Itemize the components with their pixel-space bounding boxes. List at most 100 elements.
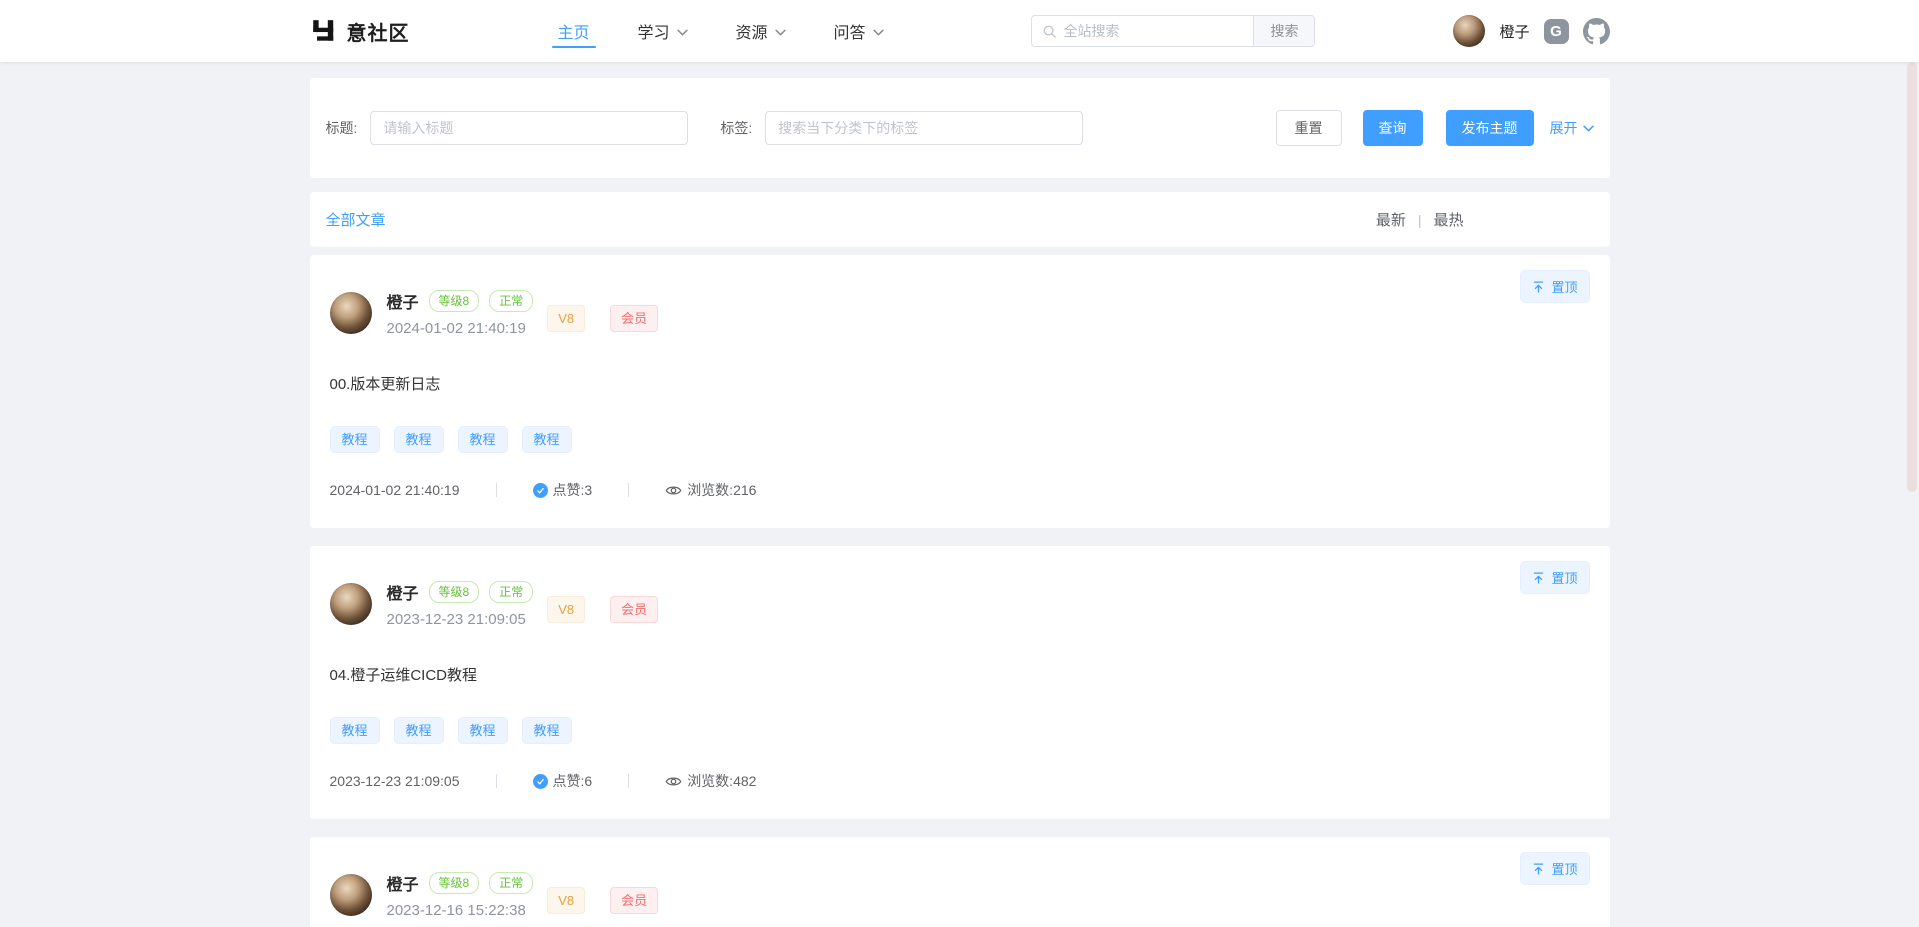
user-area: 橙子 G (1453, 15, 1609, 47)
brand-title: 意社区 (347, 17, 410, 46)
vip-badges: V8 会员 (547, 305, 658, 332)
pin-to-top-button[interactable]: 置顶 (1520, 561, 1589, 594)
post-tags: 教程 教程 教程 教程 (330, 717, 1590, 744)
eye-icon (665, 773, 682, 790)
post-header: 橙子 等级8 正常 2023-12-16 15:22:38 V8 会员 (330, 871, 1590, 919)
views-stat: 浏览数:216 (665, 480, 756, 500)
meta-date: 2024-01-02 21:40:19 (330, 482, 460, 498)
username[interactable]: 橙子 (1499, 21, 1529, 42)
search-input[interactable] (1063, 16, 1253, 46)
sort-area: 最新 | 最热 (1376, 209, 1464, 230)
views-stat: 浏览数:482 (665, 771, 756, 791)
vip-badge: V8 (547, 305, 585, 332)
top-navbar: 意社区 主页 学习 资源 问答 (0, 0, 1919, 62)
post-meta: 2024-01-02 21:40:19 点赞:3 浏览数:216 (330, 480, 1590, 500)
github-icon[interactable] (1583, 18, 1610, 45)
main-nav: 主页 学习 资源 问答 (558, 0, 884, 62)
post-card: 置顶 橙子 等级8 正常 2023-12-23 21:09:05 V8 会员 0… (310, 546, 1610, 819)
search-button[interactable]: 搜索 (1253, 15, 1314, 47)
post-meta: 2023-12-23 21:09:05 点赞:6 浏览数:482 (330, 771, 1590, 791)
reset-button[interactable]: 重置 (1276, 110, 1342, 146)
nav-resources[interactable]: 资源 (736, 0, 786, 62)
meta-divider (496, 774, 497, 788)
eye-icon (665, 482, 682, 499)
pin-top-icon (1532, 280, 1545, 294)
member-badge: 会员 (610, 596, 658, 623)
avatar[interactable] (330, 874, 372, 916)
author-name[interactable]: 橙子 (387, 580, 419, 604)
nav-home[interactable]: 主页 (558, 0, 590, 62)
sort-hottest[interactable]: 最热 (1433, 209, 1463, 230)
publish-topic-button[interactable]: 发布主题 (1446, 110, 1534, 146)
filter-bar: 标题: 标签: 重置 查询 发布主题 展开 (310, 78, 1610, 178)
status-badge: 正常 (489, 581, 533, 603)
expand-toggle[interactable]: 展开 (1550, 118, 1594, 138)
tag[interactable]: 教程 (458, 717, 508, 744)
post-datetime: 2023-12-23 21:09:05 (387, 611, 534, 628)
post-tags: 教程 教程 教程 教程 (330, 426, 1590, 453)
avatar[interactable] (330, 583, 372, 625)
gitee-icon[interactable]: G (1544, 19, 1569, 44)
chevron-down-icon (775, 27, 786, 38)
likes-stat: 点赞:6 (533, 771, 593, 791)
search-icon (1042, 24, 1057, 39)
meta-divider (628, 483, 629, 497)
vip-badges: V8 会员 (547, 887, 658, 914)
pin-top-icon (1532, 571, 1545, 585)
post-header: 橙子 等级8 正常 2024-01-02 21:40:19 V8 会员 (330, 289, 1590, 337)
scrollbar[interactable] (1907, 62, 1917, 492)
post-header: 橙子 等级8 正常 2023-12-23 21:09:05 V8 会员 (330, 580, 1590, 628)
avatar[interactable] (330, 292, 372, 334)
filter-actions: 重置 查询 发布主题 展开 (1276, 110, 1594, 146)
pin-to-top-button[interactable]: 置顶 (1520, 852, 1589, 885)
post-title[interactable]: 00.版本更新日志 (330, 373, 1590, 394)
tag[interactable]: 教程 (330, 717, 380, 744)
avatar[interactable] (1453, 15, 1485, 47)
vip-badges: V8 会员 (547, 596, 658, 623)
author-block: 橙子 等级8 正常 2024-01-02 21:40:19 (387, 289, 534, 337)
title-filter-label: 标题: (326, 118, 358, 138)
tag[interactable]: 教程 (522, 426, 572, 453)
level-badge: 等级8 (429, 290, 480, 312)
meta-date: 2023-12-23 21:09:05 (330, 773, 460, 789)
author-name[interactable]: 橙子 (387, 871, 419, 895)
list-header: 全部文章 最新 | 最热 (310, 192, 1610, 247)
pin-to-top-button[interactable]: 置顶 (1520, 270, 1589, 303)
tag-filter-input[interactable] (765, 111, 1083, 145)
meta-divider (628, 774, 629, 788)
title-filter-input[interactable] (370, 111, 688, 145)
level-badge: 等级8 (429, 872, 480, 894)
member-badge: 会员 (610, 305, 658, 332)
chevron-down-icon (677, 27, 688, 38)
author-block: 橙子 等级8 正常 2023-12-16 15:22:38 (387, 871, 534, 919)
brand[interactable]: 意社区 (310, 17, 410, 46)
likes-stat: 点赞:3 (533, 480, 593, 500)
sort-newest[interactable]: 最新 (1376, 209, 1406, 230)
post-card: 置顶 橙子 等级8 正常 2024-01-02 21:40:19 V8 会员 0… (310, 255, 1610, 528)
tag[interactable]: 教程 (394, 426, 444, 453)
tag[interactable]: 教程 (394, 717, 444, 744)
filter-tag-group: 标签: (720, 111, 1083, 145)
member-badge: 会员 (610, 887, 658, 914)
nav-qa[interactable]: 问答 (834, 0, 884, 62)
pin-top-icon (1532, 862, 1545, 876)
chevron-down-icon (1583, 123, 1594, 134)
author-name[interactable]: 橙子 (387, 289, 419, 313)
tag-filter-label: 标签: (720, 118, 752, 138)
level-badge: 等级8 (429, 581, 480, 603)
post-datetime: 2023-12-16 15:22:38 (387, 902, 534, 919)
site-search: 搜索 (1031, 15, 1315, 47)
tab-all-articles[interactable]: 全部文章 (326, 209, 386, 230)
like-check-icon (533, 483, 548, 498)
status-badge: 正常 (489, 290, 533, 312)
tag[interactable]: 教程 (458, 426, 508, 453)
brand-logo-icon (310, 18, 337, 45)
tag[interactable]: 教程 (522, 717, 572, 744)
filter-title-group: 标题: (326, 111, 689, 145)
post-title[interactable]: 04.橙子运维CICD教程 (330, 664, 1590, 685)
tag[interactable]: 教程 (330, 426, 380, 453)
like-check-icon (533, 774, 548, 789)
query-button[interactable]: 查询 (1363, 110, 1423, 146)
sort-separator: | (1418, 212, 1422, 228)
nav-learn[interactable]: 学习 (638, 0, 688, 62)
